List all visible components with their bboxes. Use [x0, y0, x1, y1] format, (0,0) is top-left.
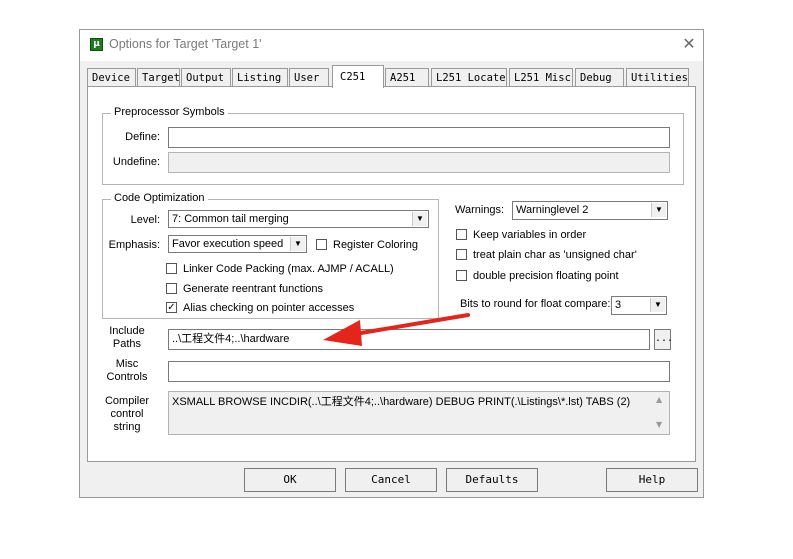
- arrow-head-icon: [323, 320, 362, 346]
- tab-c251[interactable]: C251: [332, 65, 384, 88]
- arrow-shaft: [353, 313, 470, 336]
- annotation-arrow: [323, 313, 470, 346]
